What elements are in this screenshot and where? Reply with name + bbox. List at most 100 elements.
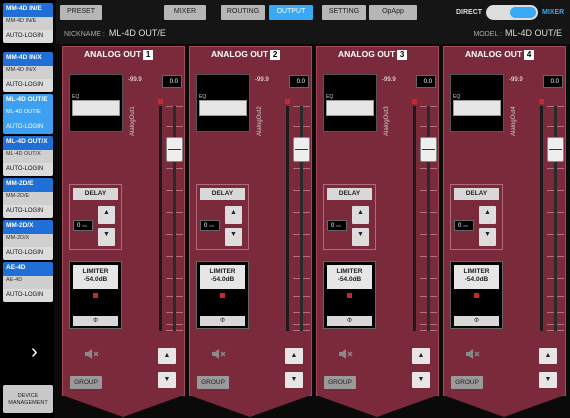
direct-mixer-toggle[interactable] xyxy=(486,5,538,20)
delay-up-button[interactable]: ▲ xyxy=(225,206,242,224)
model-display: MODEL : ML-4D OUT/E xyxy=(473,28,562,38)
delay-button[interactable]: DELAY xyxy=(200,188,245,200)
device-auto-login: AUTO-LOGIN xyxy=(3,30,53,43)
phase-button[interactable]: Φ xyxy=(327,316,372,326)
device-management-button[interactable]: DEVICE MANAGEMENT xyxy=(3,385,53,413)
gain-value[interactable]: 0.0 xyxy=(289,75,309,88)
strip-tail xyxy=(62,395,184,417)
channel-title: ANALOG OUT 3 xyxy=(338,49,408,60)
strip-tail xyxy=(443,395,565,417)
level-meter xyxy=(540,106,543,331)
fader[interactable] xyxy=(293,106,310,331)
device-item[interactable]: MM-4D IN/E MM-4D IN/E AUTO-LOGIN xyxy=(3,3,53,43)
eq-curve-bar xyxy=(72,100,120,116)
channel-down-button[interactable]: ▼ xyxy=(285,372,303,388)
eq-display[interactable]: EQ xyxy=(196,74,250,132)
limiter-button[interactable]: LIMITER -54.0dB xyxy=(327,265,372,289)
channel-strip: ANALOG OUT 3 EQ -99.9 0.0 AlalogOut3 DELAY ▲ 0 ms… xyxy=(316,46,439,418)
limiter-threshold: -54.0dB xyxy=(464,276,489,283)
fader-knob[interactable] xyxy=(547,137,564,162)
device-subname: MM-2D/E xyxy=(3,192,53,202)
device-item[interactable]: MM-2D/E MM-2D/E AUTO-LOGIN xyxy=(3,178,53,218)
delay-value[interactable]: 0 ms xyxy=(73,220,93,231)
channel-number: 1 xyxy=(143,50,154,60)
delay-up-button[interactable]: ▲ xyxy=(352,206,369,224)
device-item[interactable]: ML-4D OUT/E ML-4D OUT/E AUTO-LOGIN xyxy=(3,94,53,134)
group-button[interactable]: GROUP xyxy=(451,376,483,389)
fader-knob[interactable] xyxy=(420,137,437,162)
gain-value[interactable]: 0.0 xyxy=(543,75,563,88)
limiter-button[interactable]: LIMITER -54.0dB xyxy=(200,265,245,289)
limiter-led xyxy=(474,293,479,298)
device-name: MM-4D IN/E xyxy=(3,3,53,17)
channel-down-button[interactable]: ▼ xyxy=(158,372,176,388)
group-button[interactable]: GROUP xyxy=(70,376,102,389)
tab-routing[interactable]: ROUTING xyxy=(221,5,265,20)
delay-down-button[interactable]: ▼ xyxy=(352,228,369,246)
delay-number: 0 xyxy=(331,223,335,229)
group-button[interactable]: GROUP xyxy=(197,376,229,389)
delay-button[interactable]: DELAY xyxy=(327,188,372,200)
limiter-button[interactable]: LIMITER -54.0dB xyxy=(454,265,499,289)
speaker-muted-icon[interactable] xyxy=(338,348,354,360)
device-subname: MM-2D/X xyxy=(3,234,53,244)
fader-knob[interactable] xyxy=(166,137,183,162)
phase-button[interactable]: Φ xyxy=(454,316,499,326)
model-value: ML-4D OUT/E xyxy=(504,28,562,38)
delay-up-button[interactable]: ▲ xyxy=(98,206,115,224)
delay-button[interactable]: DELAY xyxy=(73,188,118,200)
gain-number: 0.0 xyxy=(296,79,305,85)
fader[interactable] xyxy=(547,106,564,331)
delay-button[interactable]: DELAY xyxy=(454,188,499,200)
tab-opapp[interactable]: OpApp xyxy=(369,5,417,20)
device-item[interactable]: MM-2D/X MM-2D/X AUTO-LOGIN xyxy=(3,220,53,260)
eq-display[interactable]: EQ xyxy=(450,74,504,132)
device-item[interactable]: AE-4D AE-4D AUTO-LOGIN xyxy=(3,262,53,302)
phase-button[interactable]: Φ xyxy=(73,316,118,326)
channel-title-text: ANALOG OUT xyxy=(211,49,269,59)
delay-down-button[interactable]: ▼ xyxy=(225,228,242,246)
strip-tail xyxy=(189,395,311,417)
nickname-value: ML-4D OUT/E xyxy=(108,28,166,38)
limiter-button[interactable]: LIMITER -54.0dB xyxy=(73,265,118,289)
eq-display[interactable]: EQ xyxy=(69,74,123,132)
device-subname: MM-4D IN/E xyxy=(3,17,53,27)
channel-up-button[interactable]: ▲ xyxy=(285,348,303,364)
speaker-muted-icon[interactable] xyxy=(84,348,100,360)
channel-up-button[interactable]: ▲ xyxy=(158,348,176,364)
speaker-muted-icon[interactable] xyxy=(211,348,227,360)
channel-title: ANALOG OUT 1 xyxy=(84,49,154,60)
delay-value[interactable]: 0 ms xyxy=(454,220,474,231)
channel-up-button[interactable]: ▲ xyxy=(539,348,557,364)
group-button[interactable]: GROUP xyxy=(324,376,356,389)
chevron-right-icon[interactable]: › xyxy=(31,342,38,362)
device-auto-login: AUTO-LOGIN xyxy=(3,205,53,218)
eq-display[interactable]: EQ xyxy=(323,74,377,132)
channel-down-button[interactable]: ▼ xyxy=(412,372,430,388)
speaker-muted-icon[interactable] xyxy=(465,348,481,360)
device-auto-login: AUTO-LOGIN xyxy=(3,121,53,134)
device-item[interactable]: MM-4D IN/X MM-4D IN/X AUTO-LOGIN xyxy=(3,52,53,92)
delay-value[interactable]: 0 ms xyxy=(327,220,347,231)
tab-output[interactable]: OUTPUT xyxy=(269,5,313,20)
device-item[interactable]: ML-4D OUT/X ML-4D OUT/X AUTO-LOGIN xyxy=(3,136,53,176)
channel-up-button[interactable]: ▲ xyxy=(412,348,430,364)
tab-mixer[interactable]: MIXER xyxy=(164,5,206,20)
tab-preset[interactable]: PRESET xyxy=(60,5,102,20)
phase-button[interactable]: Φ xyxy=(200,316,245,326)
delay-number: 0 xyxy=(77,223,81,229)
limiter-section: LIMITER -54.0dB Φ xyxy=(196,261,249,329)
fader-knob[interactable] xyxy=(293,137,310,162)
gain-value[interactable]: 0.0 xyxy=(416,75,436,88)
channel-down-button[interactable]: ▼ xyxy=(539,372,557,388)
delay-value[interactable]: 0 ms xyxy=(200,220,220,231)
tab-setting[interactable]: SETTING xyxy=(322,5,366,20)
delay-up-button[interactable]: ▲ xyxy=(479,206,496,224)
gain-value[interactable]: 0.0 xyxy=(162,75,182,88)
fader[interactable] xyxy=(420,106,437,331)
delay-down-button[interactable]: ▼ xyxy=(98,228,115,246)
fader[interactable] xyxy=(166,106,183,331)
delay-down-button[interactable]: ▼ xyxy=(479,228,496,246)
device-auto-login: AUTO-LOGIN xyxy=(3,79,53,92)
device-auto-login: AUTO-LOGIN xyxy=(3,289,53,302)
